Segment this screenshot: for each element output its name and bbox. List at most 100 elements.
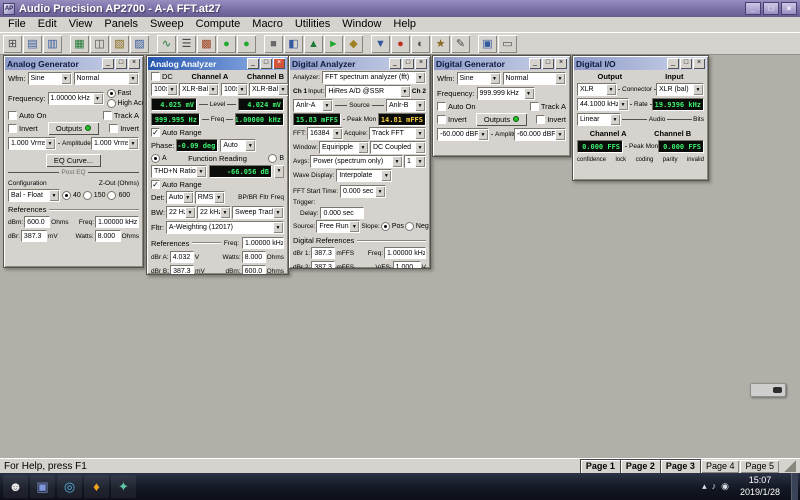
panel-close-button[interactable]: × (693, 58, 705, 69)
toolbar-button[interactable]: ∿ (157, 35, 176, 53)
toolbar-button[interactable]: ▤ (23, 35, 42, 53)
toolbar-button[interactable]: ☰ (177, 35, 196, 53)
analyzer-mode-select[interactable]: FFT spectrum analyzer (fft)▼ (322, 71, 426, 84)
auto-on-checkbox[interactable]: Auto On (8, 111, 47, 120)
digital-io-titlebar[interactable]: Digital I/O _ □ × (574, 57, 707, 70)
toolbar-button[interactable]: ◫ (90, 35, 109, 53)
dbrb-reference-field[interactable]: 387.3 (170, 265, 194, 275)
bw-low-select[interactable]: 22 Hz▼ (166, 206, 196, 219)
taskbar-app-icon[interactable]: ◎ (57, 475, 82, 498)
menu-item[interactable]: Edit (32, 17, 63, 32)
panel-close-button[interactable]: × (273, 58, 285, 69)
invert-b-checkbox[interactable]: Invert (536, 115, 566, 124)
menu-item[interactable]: Macro (246, 17, 289, 32)
dbr-reference-field[interactable]: 387.3 (21, 230, 47, 242)
amplitude-b-input[interactable]: -60.000 dBFS▼ (514, 128, 566, 141)
invert-b-checkbox[interactable]: Invert (109, 124, 139, 133)
floating-widget[interactable] (750, 383, 786, 397)
slope-pos-radio[interactable]: Pos (381, 222, 404, 231)
dbr2-reference-field[interactable]: 387.3 (311, 261, 335, 269)
zout-600-radio[interactable]: 600 (107, 191, 130, 200)
input-a-select[interactable]: XLR-Bal▼ (179, 83, 219, 96)
detector-type-select[interactable]: RMS▼ (195, 191, 225, 204)
fft-start-time-input[interactable]: 0.000 sec▼ (340, 185, 386, 198)
dbm-reference-field[interactable]: 600.0 (242, 265, 266, 275)
menu-item[interactable]: Panels (98, 17, 144, 32)
watts-reference-field[interactable]: 8.000 (242, 251, 266, 263)
waveform-variant-select[interactable]: Normal▼ (503, 72, 567, 85)
panel-maximize-button[interactable]: □ (542, 58, 554, 69)
watts-reference-field[interactable]: 8.000 (95, 230, 121, 242)
toolbar-button[interactable]: ● (217, 35, 236, 53)
toolbar-button[interactable]: ▭ (498, 35, 517, 53)
bpbr-mode-select[interactable]: Sweep Track▼ (232, 206, 284, 219)
panel-minimize-button[interactable]: _ (529, 58, 541, 69)
function-channel-a-radio[interactable]: A (151, 154, 167, 163)
weighting-filter-select[interactable]: A-Weighting (12017)▼ (166, 221, 284, 234)
menu-item[interactable]: Window (336, 17, 387, 32)
fft-size-select[interactable]: 16384▼ (307, 127, 343, 140)
source-a-select[interactable]: Anlr-A▼ (293, 99, 333, 112)
toolbar-button[interactable]: ▦ (70, 35, 89, 53)
page-tab[interactable]: Page 3 (661, 460, 700, 473)
detector-mode-select[interactable]: Auto▼ (166, 191, 194, 204)
toolbar-button[interactable]: ◧ (284, 35, 303, 53)
toolbar-button[interactable] (150, 35, 156, 53)
invert-a-checkbox[interactable]: Invert (437, 115, 467, 124)
frequency-input[interactable]: 999.999 kHz▼ (477, 87, 535, 100)
tray-icon[interactable]: ◉ (721, 481, 729, 492)
coupling-select[interactable]: DC Coupled▼ (370, 141, 426, 154)
panel-maximize-button[interactable]: □ (402, 58, 414, 69)
input-b-select[interactable]: XLR-Bal▼ (249, 83, 289, 96)
menu-item[interactable]: Sweep (144, 17, 190, 32)
outputs-button[interactable]: Outputs (48, 122, 99, 135)
tray-icon[interactable]: ♪ (712, 481, 717, 492)
auto-range-checkbox[interactable]: ✓Auto Range (151, 128, 202, 137)
toolbar-button[interactable]: ▩ (197, 35, 216, 53)
panel-close-button[interactable]: × (555, 58, 567, 69)
waveform-select[interactable]: Sine▼ (28, 72, 72, 85)
panel-close-button[interactable]: × (128, 58, 140, 69)
output-connector-select[interactable]: XLR▼ (577, 83, 617, 96)
toolbar-button[interactable]: ▣ (478, 35, 497, 53)
digital-generator-titlebar[interactable]: Digital Generator _ □ × (434, 57, 569, 70)
reading-units-dropdown[interactable]: ▼ (274, 165, 284, 178)
freq-reference-field[interactable]: 1.00000 kHz (95, 216, 139, 228)
high-acc-radio[interactable]: High Acc. (107, 99, 144, 108)
zout-150-radio[interactable]: 150 (83, 191, 106, 200)
eq-curve-button[interactable]: EQ Curve... (46, 154, 101, 167)
toolbar-button[interactable]: ▧ (110, 35, 129, 53)
range-b-select[interactable]: 100x▼ (221, 83, 248, 96)
panel-maximize-button[interactable]: □ (260, 58, 272, 69)
dbm-reference-field[interactable]: 600.0 (24, 216, 50, 228)
toolbar-button[interactable] (471, 35, 477, 53)
dbra-reference-field[interactable]: 4.032 (170, 251, 194, 263)
panel-minimize-button[interactable]: _ (247, 58, 259, 69)
range-a-select[interactable]: 100x▼ (151, 83, 178, 96)
page-tab[interactable]: Page 4 (701, 460, 740, 473)
close-button[interactable]: × (781, 2, 797, 15)
frequency-input[interactable]: 1.00000 kHz▼ (48, 92, 104, 105)
slope-neg-radio[interactable]: Neg (405, 222, 429, 231)
dbr1-reference-field[interactable]: 387.3 (311, 247, 335, 259)
waveform-variant-select[interactable]: Normal▼ (74, 72, 140, 85)
menu-item[interactable]: Help (387, 17, 422, 32)
averaging-mode-select[interactable]: Power (spectrum only)▼ (310, 155, 403, 168)
toolbar-button[interactable]: ▼ (371, 35, 390, 53)
input-source-select[interactable]: HiRes A/D @SSR▼ (325, 85, 411, 98)
toolbar-button[interactable]: ▥ (43, 35, 62, 53)
panel-maximize-button[interactable]: □ (680, 58, 692, 69)
taskbar-app-icon[interactable]: ✦ (111, 475, 136, 498)
averages-count-select[interactable]: 1▼ (404, 155, 426, 168)
tray-icon[interactable]: ▴ (702, 481, 707, 492)
configuration-select[interactable]: Bal - Float▼ (8, 189, 60, 202)
taskbar-app-icon[interactable]: ♦ (84, 475, 109, 498)
toolbar-button[interactable]: ◐ (411, 35, 430, 53)
input-connector-select[interactable]: XLR (bal)▼ (656, 83, 704, 96)
digital-analyzer-titlebar[interactable]: Digital Analyzer _ □ × (290, 57, 429, 70)
fft-window-select[interactable]: Equiripple▼ (319, 141, 369, 154)
output-rate-select[interactable]: 44.1000 kHz▼ (577, 98, 629, 111)
menu-item[interactable]: View (63, 17, 99, 32)
function-select[interactable]: THD+N Ratio▼ (151, 165, 207, 178)
auto-range-checkbox[interactable]: ✓Auto Range (151, 180, 202, 189)
